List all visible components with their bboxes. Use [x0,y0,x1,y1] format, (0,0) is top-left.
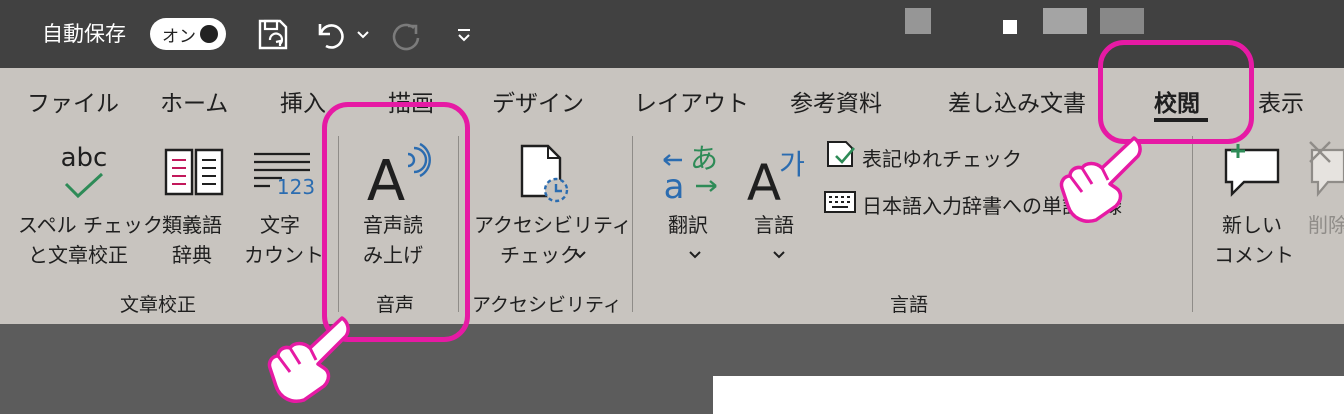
new-comment-label-line2: コメント [1214,243,1294,267]
highlight-speech-group [322,102,470,342]
autosave-toggle-label: オン [162,27,196,47]
blurred-account-info [905,8,931,34]
tab-references[interactable]: 参考資料 [790,84,882,118]
tab-home[interactable]: ホーム [160,84,228,118]
delete-comment-icon [1309,141,1344,198]
chevron-down-icon [689,251,701,259]
language-icon-hangul: 가 [779,148,805,181]
blurred-account-info-3 [1043,8,1087,34]
spelling-icon: abc [61,143,108,199]
new-comment-icon [1224,144,1280,197]
new-comment-label-line1: 新しい [1222,213,1282,237]
accessibility-label-line2: チェック [500,243,580,267]
customize-toolbar-icon[interactable] [456,28,472,44]
tab-mailings[interactable]: 差し込み文書 [948,84,1086,118]
consistency-check-icon [827,141,855,167]
undo-icon[interactable] [314,20,348,50]
tab-view[interactable]: 表示 [1258,84,1304,118]
word-count-label-line2: カウント [244,243,324,267]
spelling-label-line2: と文章校正 [28,243,128,267]
language-icon: A 가 [747,148,805,212]
autosave-label: 自動保存 [42,22,126,46]
delete-comment-label: 削除 [1308,213,1344,237]
language-label: 言語 [754,213,794,237]
word-count-icon: 123 [254,152,315,199]
keyboard-icon [824,191,856,213]
pointing-hand-icon [267,316,350,403]
thesaurus-label-line2: 辞典 [172,243,212,267]
language-icon-latin: A [747,154,781,212]
tab-design[interactable]: デザイン [492,84,584,118]
group-separator [632,136,633,312]
consistency-check-label: 表記ゆれチェック [862,147,1022,171]
accessibility-group-label: アクセシビリティ [472,294,622,316]
translate-icon-kana: あ [690,142,718,175]
undo-dropdown-icon[interactable] [356,30,370,40]
tab-insert[interactable]: 挿入 [280,84,326,118]
word-count-icon-text: 123 [277,175,315,199]
chevron-down-icon [773,251,785,259]
translate-icon-latin: a [664,167,685,207]
book-icon [164,148,224,196]
proofing-group-label: 文章校正 [120,294,197,316]
translate-icon: あ a [663,142,718,207]
highlight-review-tab [1098,40,1254,144]
blurred-account-info-2 [1003,20,1017,34]
group-separator [1192,136,1193,312]
save-icon[interactable] [256,18,290,52]
language-group-label: 言語 [890,294,929,316]
translate-label: 翻訳 [668,213,708,237]
spelling-icon-text: abc [61,143,108,173]
word-count-label-line1: 文字 [260,213,300,237]
autosave-toggle[interactable]: オン [150,18,226,50]
toggle-knob [200,25,218,43]
accessibility-icon [520,144,569,203]
thesaurus-label-line1: 類義語 [162,213,222,237]
tab-file[interactable]: ファイル [27,84,119,118]
chevron-down-icon [574,251,586,259]
blurred-account-info-4 [1100,8,1144,34]
spelling-label-line1: スペル チェック [18,213,163,237]
tab-layout[interactable]: レイアウト [634,84,749,118]
document-page[interactable] [713,376,1344,414]
accessibility-label-line1: アクセシビリティ [474,213,632,237]
redo-icon[interactable] [390,20,424,54]
pointing-hand-icon [1059,136,1142,223]
